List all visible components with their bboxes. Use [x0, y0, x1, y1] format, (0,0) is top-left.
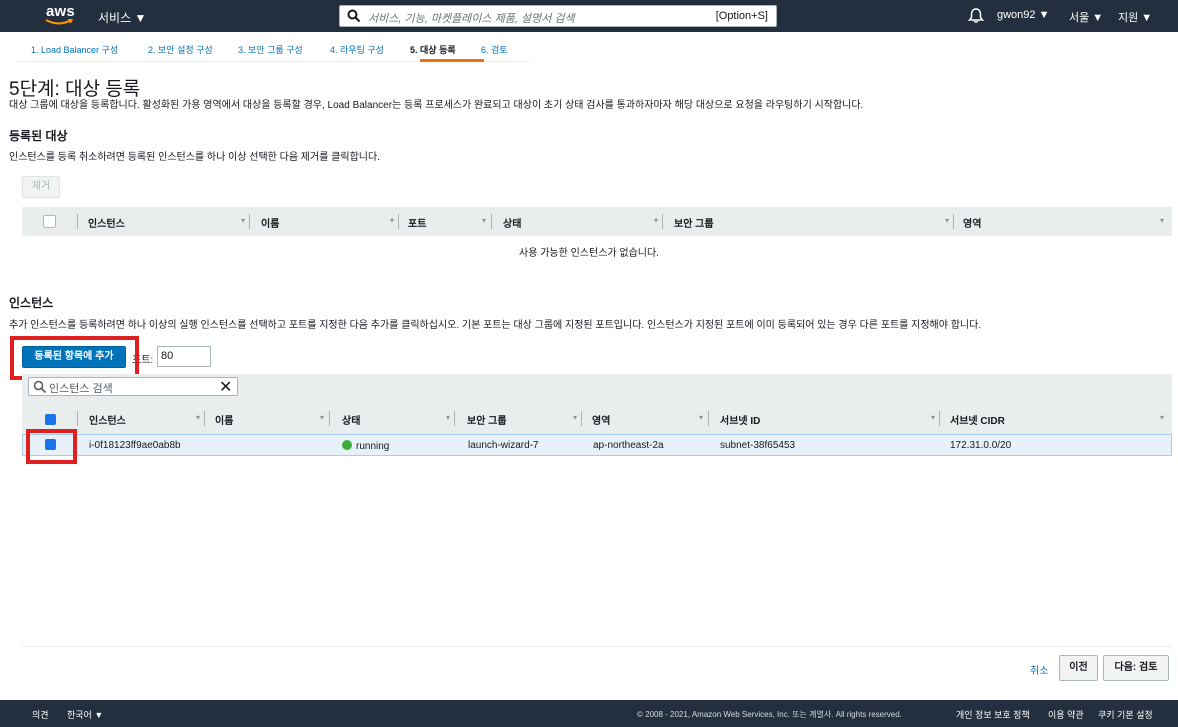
search-icon: [33, 380, 47, 394]
sort-arrow-icon[interactable]: ▾: [320, 413, 324, 422]
sort-arrow-icon[interactable]: ▾: [945, 216, 949, 225]
terms-link[interactable]: 이용 약관: [1048, 708, 1084, 721]
registered-targets-heading: 등록된 대상: [9, 129, 68, 143]
sort-arrow-icon[interactable]: ▾: [1160, 413, 1164, 422]
search-icon: [347, 9, 361, 23]
column-header-name[interactable]: 이름: [215, 412, 233, 427]
column-header-state[interactable]: 상태: [342, 412, 360, 427]
next-review-button[interactable]: 다음: 검토: [1103, 655, 1169, 681]
instances-heading: 인스턴스: [9, 296, 54, 310]
divider: [22, 646, 1172, 647]
sort-arrow-icon[interactable]: ▾: [482, 216, 486, 225]
column-header-state[interactable]: 상태: [503, 215, 521, 230]
page-description: 대상 그룹에 대상을 등록합니다. 활성화된 가용 영역에서 대상을 등록할 경…: [9, 100, 864, 111]
sort-arrow-icon[interactable]: ▾: [931, 413, 935, 422]
feedback-link[interactable]: 의견: [32, 708, 49, 721]
wizard-tabs: 1. Load Balancer 구성 2. 보안 설정 구성 3. 보안 그룹…: [18, 38, 530, 62]
column-header-zone[interactable]: 영역: [592, 412, 610, 427]
column-divider: [708, 411, 709, 426]
column-divider: [581, 411, 582, 426]
instance-id: i-0f18123ff9ae0ab8b: [89, 440, 181, 451]
search-placeholder: 서비스, 기능, 마켓플레이스 제품, 설명서 검색: [368, 13, 575, 25]
column-header-port[interactable]: 포트: [408, 215, 426, 230]
tab-review[interactable]: 6. 검토: [481, 43, 508, 56]
cookie-preferences-link[interactable]: 쿠키 기본 설정: [1098, 708, 1153, 721]
services-menu[interactable]: 서비스 ▼: [98, 9, 146, 26]
column-header-subnet-id[interactable]: 서브넷 ID: [720, 412, 760, 427]
instance-zone: ap-northeast-2a: [593, 440, 664, 451]
instance-subnet-id: subnet-38f65453: [720, 440, 796, 451]
column-header-security-group[interactable]: 보안 그룹: [674, 215, 714, 230]
search-shortcut: [Option+S]: [715, 10, 768, 22]
instance-search-placeholder: 인스턴스 검색: [49, 383, 113, 395]
instance-state: running: [342, 440, 389, 452]
bottom-bar: 의견 한국어 ▼ © 2008 - 2021, Amazon Web Servi…: [0, 700, 1178, 727]
tab-security-settings[interactable]: 2. 보안 설정 구성: [148, 43, 213, 56]
sort-arrow-icon[interactable]: ▾: [573, 413, 577, 422]
instance-search-input[interactable]: 인스턴스 검색 ✕: [28, 377, 238, 396]
language-menu[interactable]: 한국어 ▼: [67, 708, 103, 721]
sort-arrow-icon[interactable]: ▾: [1160, 216, 1164, 225]
instances-description: 추가 인스턴스를 등록하려면 하나 이상의 실행 인스턴스를 선택하고 포트를 …: [9, 320, 982, 331]
column-header-name[interactable]: 이름: [261, 215, 279, 230]
cancel-link[interactable]: 취소: [1030, 662, 1048, 677]
bell-icon[interactable]: [968, 8, 984, 23]
global-search[interactable]: 서비스, 기능, 마켓플레이스 제품, 설명서 검색 [Option+S]: [339, 5, 777, 27]
column-header-instance[interactable]: 인스턴스: [89, 412, 126, 427]
column-divider: [491, 214, 492, 229]
tab-load-balancer[interactable]: 1. Load Balancer 구성: [31, 43, 118, 56]
highlight-row-checkbox: [26, 429, 77, 464]
column-header-zone[interactable]: 영역: [963, 215, 981, 230]
instance-subnet-cidr: 172.31.0.0/20: [950, 440, 1012, 451]
column-divider: [662, 214, 663, 229]
instances-filter-bar: 인스턴스 검색 ✕: [22, 374, 1172, 404]
clear-search-icon[interactable]: ✕: [219, 377, 232, 397]
select-all-instances-checkbox[interactable]: [45, 414, 56, 425]
copyright: © 2008 - 2021, Amazon Web Services, Inc.…: [637, 710, 902, 719]
region-menu[interactable]: 서울 ▼: [1069, 9, 1103, 25]
tab-security-groups[interactable]: 3. 보안 그룹 구성: [238, 43, 303, 56]
registered-targets-header: 인스턴스 ▾ 이름 ▾ 포트 ▾ 상태 ▾ 보안 그룹 ▾ 영역 ▾: [22, 207, 1172, 236]
column-divider: [77, 411, 78, 426]
registered-targets-description: 인스턴스를 등록 취소하려면 등록된 인스턴스를 하나 이상 선택한 다음 제거…: [9, 152, 380, 163]
column-header-subnet-cidr[interactable]: 서브넷 CIDR: [950, 412, 1005, 427]
aws-logo[interactable]: aws: [44, 3, 76, 27]
remove-button[interactable]: 제거: [22, 176, 60, 198]
sort-arrow-icon[interactable]: ▾: [654, 216, 658, 225]
top-nav: aws 서비스 ▼ 서비스, 기능, 마켓플레이스 제품, 설명서 검색 [Op…: [0, 0, 1178, 32]
column-divider: [204, 411, 205, 426]
column-divider: [454, 411, 455, 426]
table-row[interactable]: i-0f18123ff9ae0ab8b running launch-wizar…: [22, 434, 1172, 456]
sort-arrow-icon[interactable]: ▾: [390, 216, 394, 225]
empty-registered-message: 사용 가능한 인스턴스가 없습니다.: [519, 248, 659, 259]
user-menu[interactable]: gwon92 ▼: [997, 9, 1049, 21]
sort-arrow-icon[interactable]: ▾: [446, 413, 450, 422]
column-divider: [249, 214, 250, 229]
column-header-security-group[interactable]: 보안 그룹: [467, 412, 507, 427]
active-tab-indicator: [420, 59, 484, 62]
tab-routing[interactable]: 4. 라우팅 구성: [330, 43, 384, 56]
support-menu[interactable]: 지원 ▼: [1118, 9, 1152, 25]
column-divider: [77, 214, 78, 229]
port-input[interactable]: 80: [157, 346, 211, 367]
select-all-registered-checkbox[interactable]: [43, 215, 56, 228]
running-status-icon: [342, 440, 352, 450]
sort-arrow-icon[interactable]: ▾: [699, 413, 703, 422]
privacy-link[interactable]: 개인 정보 보호 정책: [956, 708, 1030, 721]
column-divider: [329, 411, 330, 426]
column-header-instance[interactable]: 인스턴스: [88, 215, 125, 230]
aws-smile-icon: [45, 19, 73, 25]
sort-arrow-icon[interactable]: ▾: [241, 216, 245, 225]
column-divider: [398, 214, 399, 229]
tab-register-targets[interactable]: 5. 대상 등록: [410, 43, 456, 56]
column-divider: [953, 214, 954, 229]
previous-button[interactable]: 이전: [1059, 655, 1098, 681]
instances-header: 인스턴스 ▾ 이름 ▾ 상태 ▾ 보안 그룹 ▾ 영역 ▾ 서브넷 ID ▾ 서…: [22, 404, 1172, 434]
instance-state-text: running: [356, 441, 390, 452]
instance-security-group: launch-wizard-7: [468, 440, 539, 451]
sort-arrow-icon[interactable]: ▾: [196, 413, 200, 422]
column-divider: [939, 411, 940, 426]
